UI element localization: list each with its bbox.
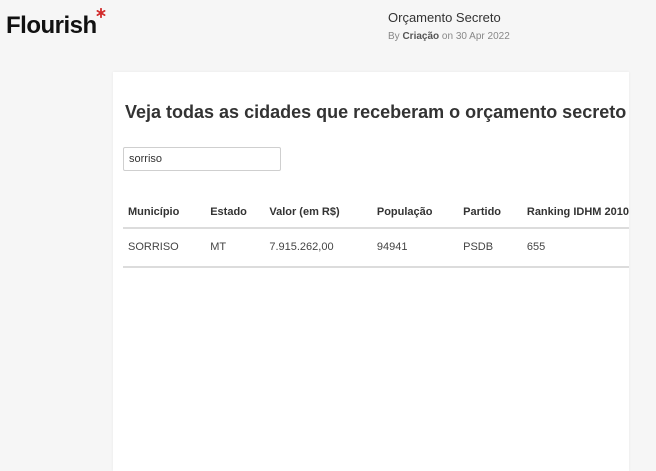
cell-municipio: SORRISO — [123, 228, 206, 268]
column-header-municipio[interactable]: Município — [123, 198, 206, 229]
byline-date: on 30 Apr 2022 — [441, 31, 510, 42]
column-header-ranking-idhm[interactable]: Ranking IDHM 2010 — [521, 198, 629, 229]
column-header-partido[interactable]: Partido — [458, 198, 522, 229]
project-title: Orçamento Secreto — [388, 10, 501, 25]
table-header-row: Município Estado Valor (em R$) População… — [123, 198, 629, 229]
byline-author[interactable]: Criação — [402, 31, 439, 42]
asterisk-icon — [96, 8, 106, 18]
table-row: SORRISO MT 7.915.262,00 94941 PSDB 655 — [123, 228, 629, 268]
logo-text: Flourish — [6, 12, 97, 39]
cell-partido: PSDB — [458, 228, 522, 268]
cell-estado: MT — [205, 228, 265, 268]
column-header-valor[interactable]: Valor (em R$) — [264, 198, 372, 229]
column-header-populacao[interactable]: População — [371, 198, 459, 229]
column-header-estado[interactable]: Estado — [205, 198, 265, 229]
page-heading: Veja todas as cidades que receberam o or… — [125, 102, 627, 122]
content-card: Veja todas as cidades que receberam o or… — [113, 72, 629, 471]
search-input[interactable] — [123, 147, 281, 171]
cell-ranking-idhm: 655 — [521, 228, 629, 268]
cell-valor: 7.915.262,00 — [264, 228, 372, 268]
flourish-logo[interactable]: Flourish — [6, 8, 106, 39]
top-bar: Flourish Orçamento Secreto By Criação on… — [0, 0, 656, 72]
byline-prefix: By — [388, 31, 400, 42]
project-byline: By Criação on 30 Apr 2022 — [388, 31, 510, 42]
results-table: Município Estado Valor (em R$) População… — [123, 198, 629, 268]
cell-populacao: 94941 — [371, 228, 459, 268]
